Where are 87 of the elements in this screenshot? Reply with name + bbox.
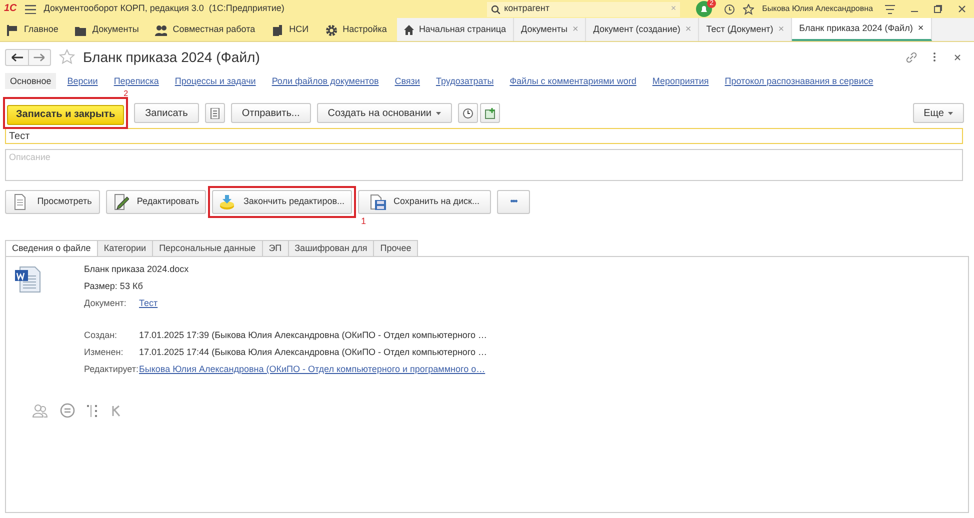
more-actions-button[interactable]: ••• <box>497 190 530 214</box>
field-label: Изменен: <box>84 346 124 359</box>
toolbar-icon-button[interactable] <box>458 103 478 123</box>
more-button[interactable]: Еще <box>912 103 964 123</box>
file-size: Размер: 53 Кб <box>84 280 144 293</box>
pencil-page-icon <box>112 194 129 210</box>
file-action-button[interactable]: Редактировать <box>106 190 206 214</box>
toolbar-icon-button[interactable] <box>204 103 225 123</box>
disk-with-arrow-icon <box>219 194 236 210</box>
field-link[interactable]: Тест <box>139 295 488 312</box>
restore-icon[interactable] <box>934 5 942 13</box>
field-link[interactable]: Быкова Юлия Александровна (ОКиПО - Отдел компьютерного и программного о… <box>139 361 488 378</box>
search-field[interactable]: контрагент × <box>487 2 680 16</box>
close-icon[interactable] <box>954 54 961 60</box>
chat-icon[interactable] <box>60 403 75 418</box>
toolbar-icon-button[interactable] <box>480 103 500 123</box>
window-title: Документооборот КОРП, редакция 3.0 (1С:Предприятие) <box>44 2 284 16</box>
toolbar-button[interactable]: Записать <box>134 103 199 123</box>
window-tab[interactable]: Тест (Документ) × <box>699 18 792 41</box>
window-tab[interactable]: Документы × <box>514 18 586 41</box>
window-tab[interactable]: Начальная страница <box>396 18 514 41</box>
clock-icon <box>462 108 473 118</box>
section-link[interactable]: Совместная работа <box>148 18 262 41</box>
search-icon <box>491 4 500 14</box>
form-section-link[interactable]: Связи <box>390 73 425 89</box>
tab[interactable]: Категории <box>96 240 154 257</box>
link-icon[interactable] <box>906 52 917 62</box>
logo: 1С <box>4 4 17 14</box>
field-label: Документ: <box>84 297 128 310</box>
form-section-link[interactable]: Протокол распознавания в сервисе <box>720 73 878 89</box>
file-action-button[interactable]: Закончить редактиров... <box>212 190 352 214</box>
toolbar-button[interactable]: Отправить... <box>230 103 311 123</box>
caret-icon <box>948 112 953 114</box>
form-section-link[interactable]: Основное <box>5 73 56 89</box>
save-and-close-button[interactable]: Записать и закрыть <box>7 104 124 124</box>
form-section-link[interactable]: Версии <box>62 73 103 89</box>
tab[interactable]: Зашифрован для <box>288 240 374 257</box>
file-name: Бланк приказа 2024.docx <box>84 263 190 276</box>
add-document-icon <box>484 108 495 118</box>
people-icon <box>154 24 167 36</box>
more-icon[interactable] <box>933 52 936 62</box>
form-section-link[interactable]: Трудозатраты <box>430 73 499 89</box>
form-section-link[interactable]: Мероприятия <box>647 73 714 89</box>
file-action-button[interactable]: Просмотреть <box>5 190 100 214</box>
user-name: Быкова Юлия Александровна <box>762 3 873 15</box>
form-title: Бланк приказа 2024 (Файл) <box>83 48 260 67</box>
history-icon[interactable] <box>724 4 736 14</box>
home-icon <box>404 24 414 34</box>
menu-icon[interactable] <box>24 4 36 14</box>
list-icon <box>210 108 220 118</box>
section-link[interactable]: Документы <box>68 18 145 41</box>
tab[interactable]: ЭП <box>262 240 289 257</box>
description-field[interactable]: Описание <box>5 149 963 181</box>
name-field[interactable]: Тест <box>5 128 963 144</box>
field-label: Создан: <box>84 329 118 342</box>
annotation-number: 1 <box>360 214 366 228</box>
tab[interactable]: Персональные данные <box>152 240 263 257</box>
star-icon[interactable] <box>59 49 75 65</box>
annotation-number: 2 <box>124 90 128 97</box>
form-section-link[interactable]: Файлы с комментариями word <box>504 73 642 89</box>
gear-icon <box>324 24 337 36</box>
section-link[interactable]: Главное <box>0 18 64 41</box>
section-link[interactable]: Настройка <box>318 18 393 41</box>
close-icon[interactable] <box>958 5 966 13</box>
tree-icon[interactable] <box>87 404 99 418</box>
word-document-icon <box>14 265 42 293</box>
floppy-disk-icon <box>370 194 386 210</box>
tab[interactable]: Прочее <box>373 240 418 257</box>
tab[interactable]: Сведения о файле <box>5 240 98 257</box>
menu-icon[interactable] <box>885 4 895 14</box>
section-link[interactable]: НСИ <box>265 18 315 41</box>
form-section-link[interactable]: Процессы и задачи <box>170 73 261 89</box>
history-navigation[interactable] <box>5 48 51 66</box>
caret-icon <box>436 112 441 114</box>
window-tab[interactable]: Документ (создание) × <box>586 18 700 41</box>
dropdown-button[interactable]: Создать на основании <box>316 103 452 123</box>
star-icon[interactable] <box>743 4 754 14</box>
bell-icon <box>700 5 708 13</box>
flag-icon <box>6 24 18 36</box>
close-tab-button[interactable]: × <box>918 21 924 36</box>
field-value: 17.01.2025 17:39 (Быкова Юлия Александровна (ОКиПО - Отдел компьютерного … <box>139 329 488 342</box>
field-value: 17.01.2025 17:44 (Быкова Юлия Александровна (ОКиПО - Отдел компьютерного … <box>139 346 488 359</box>
form-section-link[interactable]: Роли файлов документов <box>266 73 384 89</box>
field-label: Редактирует: <box>84 363 139 376</box>
window-tab[interactable]: Бланк приказа 2024 (Файл) × <box>792 18 932 41</box>
file-action-button[interactable]: Сохранить на диск... <box>358 190 491 214</box>
form-section-link[interactable]: Переписка <box>108 73 164 89</box>
